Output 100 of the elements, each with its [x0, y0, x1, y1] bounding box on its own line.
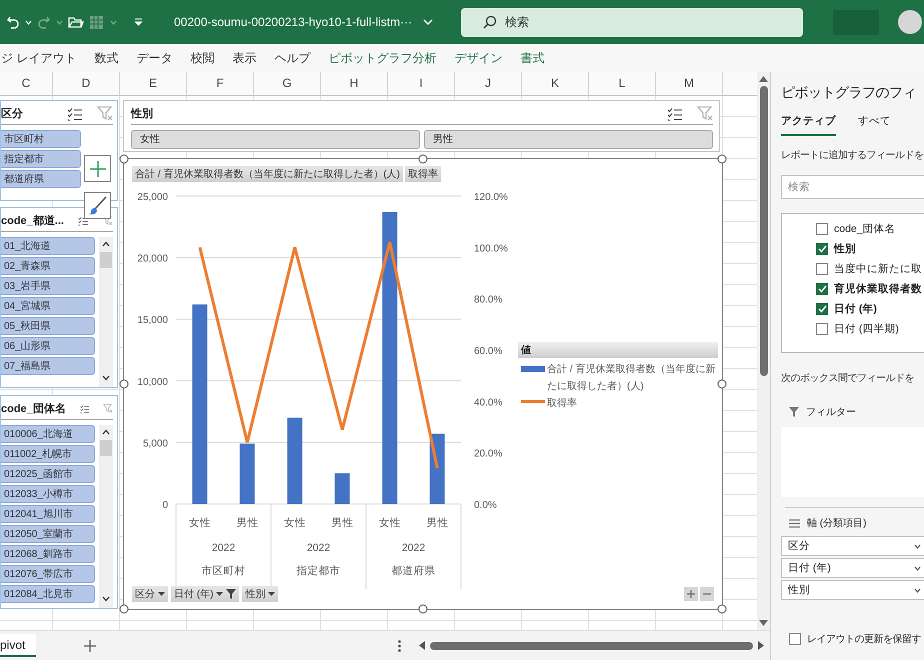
field-button[interactable]: 性別 [242, 586, 278, 602]
scrollbar[interactable] [99, 425, 113, 608]
column-header[interactable]: J [455, 72, 522, 95]
field-button[interactable]: 区分 [132, 586, 168, 602]
checkbox[interactable] [816, 223, 828, 235]
slicer-item[interactable]: 011002_札幌市 [1, 445, 95, 463]
scrollbar[interactable] [419, 641, 764, 650]
sheet-tab[interactable]: pivot [0, 634, 36, 657]
ribbon-tab[interactable]: 表示 [232, 50, 256, 66]
ribbon-tab[interactable]: ピボットグラフ分析 [328, 50, 436, 66]
ribbon-tab[interactable]: 数式 [94, 50, 118, 66]
up-arrow-icon[interactable] [759, 76, 768, 82]
field-button[interactable]: 取得率 [405, 166, 441, 182]
slicer-item[interactable]: 02_青森県 [1, 257, 95, 275]
ribbon-tab[interactable]: ジ レイアウト [1, 50, 76, 66]
scroll-thumb[interactable] [100, 440, 112, 456]
style-button[interactable] [84, 192, 111, 219]
column-header[interactable]: E [120, 72, 187, 95]
column-header[interactable]: F [187, 72, 254, 95]
resize-handle[interactable] [418, 604, 428, 614]
field-label: 性別 [834, 242, 856, 256]
column-header[interactable]: C [0, 72, 53, 95]
slicer-item[interactable]: 03_岩手県 [1, 277, 95, 295]
expand-button[interactable] [684, 587, 698, 601]
slicer-item[interactable]: 男性 [424, 130, 713, 149]
right-arrow-icon[interactable] [758, 641, 764, 650]
collapse-button[interactable] [700, 587, 714, 601]
ribbon-tab[interactable]: デザイン [454, 50, 502, 66]
scroll-thumb[interactable] [100, 252, 112, 268]
resize-handle[interactable] [718, 380, 726, 388]
slicer-item[interactable]: 女性 [131, 130, 420, 149]
pane-tab[interactable]: すべて [858, 114, 891, 136]
column-header[interactable]: D [53, 72, 120, 95]
resize-handle[interactable] [120, 604, 128, 614]
dropdown[interactable]: 性別 [781, 580, 924, 600]
multi-select-icon[interactable] [667, 106, 683, 120]
more-icon[interactable] [398, 640, 401, 652]
axis-label: 25,000 [137, 192, 168, 203]
checkbox[interactable] [816, 303, 828, 315]
slicer-item[interactable]: 06_山形県 [1, 337, 95, 355]
slicer-item[interactable]: 012076_帯広市 [1, 565, 95, 583]
avatar-icon[interactable] [898, 10, 922, 34]
checkbox[interactable] [816, 323, 828, 335]
slicer-item[interactable]: 市区町村 [1, 130, 81, 148]
checkbox[interactable] [816, 243, 828, 255]
scrollbar[interactable] [99, 237, 113, 387]
slicer-item[interactable]: 012041_旭川市 [1, 505, 95, 523]
category-label: 市区町村 [202, 565, 246, 577]
down-arrow-icon[interactable] [759, 620, 768, 626]
column-header[interactable]: G [254, 72, 321, 95]
scroll-thumb[interactable] [760, 86, 768, 376]
slicer-item[interactable]: 012050_室蘭市 [1, 525, 95, 543]
resize-handle[interactable] [718, 154, 726, 164]
resize-handle[interactable] [718, 604, 726, 614]
slicer-item[interactable]: 012084_北見市 [1, 585, 95, 603]
field-button[interactable]: 日付 (年) [171, 586, 240, 602]
column-header[interactable]: H [321, 72, 388, 95]
ribbon-tab[interactable]: ヘルプ [274, 50, 310, 66]
column-header[interactable]: M [656, 72, 723, 95]
chevron-icon[interactable] [423, 19, 433, 25]
caret-icon [216, 592, 224, 596]
slicer-item[interactable]: 012068_釧路市 [1, 545, 95, 563]
column-header[interactable]: K [522, 72, 589, 95]
resize-handle[interactable] [120, 380, 128, 388]
slicer-item[interactable]: 05_秋田県 [1, 317, 95, 335]
resize-handle[interactable] [418, 154, 428, 164]
ribbon-tab[interactable]: 校閲 [190, 50, 214, 66]
pane-tab[interactable]: アクティブ [781, 114, 836, 136]
checkbox[interactable] [816, 283, 828, 295]
slicer-item[interactable]: 都道府県 [1, 170, 81, 188]
add-sheet-icon[interactable] [84, 640, 96, 652]
add-button[interactable] [84, 155, 111, 182]
column-header[interactable]: I [388, 72, 455, 95]
search-field[interactable]: 検索 [461, 8, 803, 36]
folder-icon[interactable] [68, 16, 84, 28]
checkbox[interactable] [789, 633, 801, 645]
slicer-item[interactable]: 012025_函館市 [1, 465, 95, 483]
slicer-item[interactable]: 012033_小樽市 [1, 485, 95, 503]
ribbon-tab[interactable]: データ [136, 50, 172, 66]
resize-handle[interactable] [120, 154, 128, 164]
slicer-item[interactable]: 010006_北海道 [1, 425, 95, 443]
search-field[interactable]: 検索 [781, 175, 924, 199]
scroll-thumb[interactable] [430, 642, 753, 650]
undo-icon[interactable] [6, 15, 20, 29]
field-button[interactable]: 合計 / 育児休業取得者数（当年度に新たに取得した者）(人) [132, 166, 403, 182]
dropdown[interactable]: 区分 [781, 536, 924, 556]
slicer-item[interactable]: 04_宮城県 [1, 297, 95, 315]
redo-icon [37, 15, 51, 29]
file-name[interactable]: 00200-soumu-00200213-hyo10-1-full-listm··· [174, 15, 417, 29]
ribbon-tab[interactable]: 書式 [520, 50, 544, 66]
slicer-item[interactable]: 指定都市 [1, 150, 81, 168]
left-arrow-icon[interactable] [419, 641, 425, 650]
multi-select-icon[interactable] [67, 106, 83, 120]
slicer-item[interactable]: 01_北海道 [1, 237, 95, 255]
scrollbar[interactable] [757, 72, 770, 630]
checkbox[interactable] [816, 263, 828, 275]
slicer-item[interactable]: 07_福島県 [1, 357, 95, 375]
customize-icon[interactable] [134, 18, 143, 26]
dropdown[interactable]: 日付 (年) [781, 558, 924, 578]
column-header[interactable]: L [589, 72, 656, 95]
